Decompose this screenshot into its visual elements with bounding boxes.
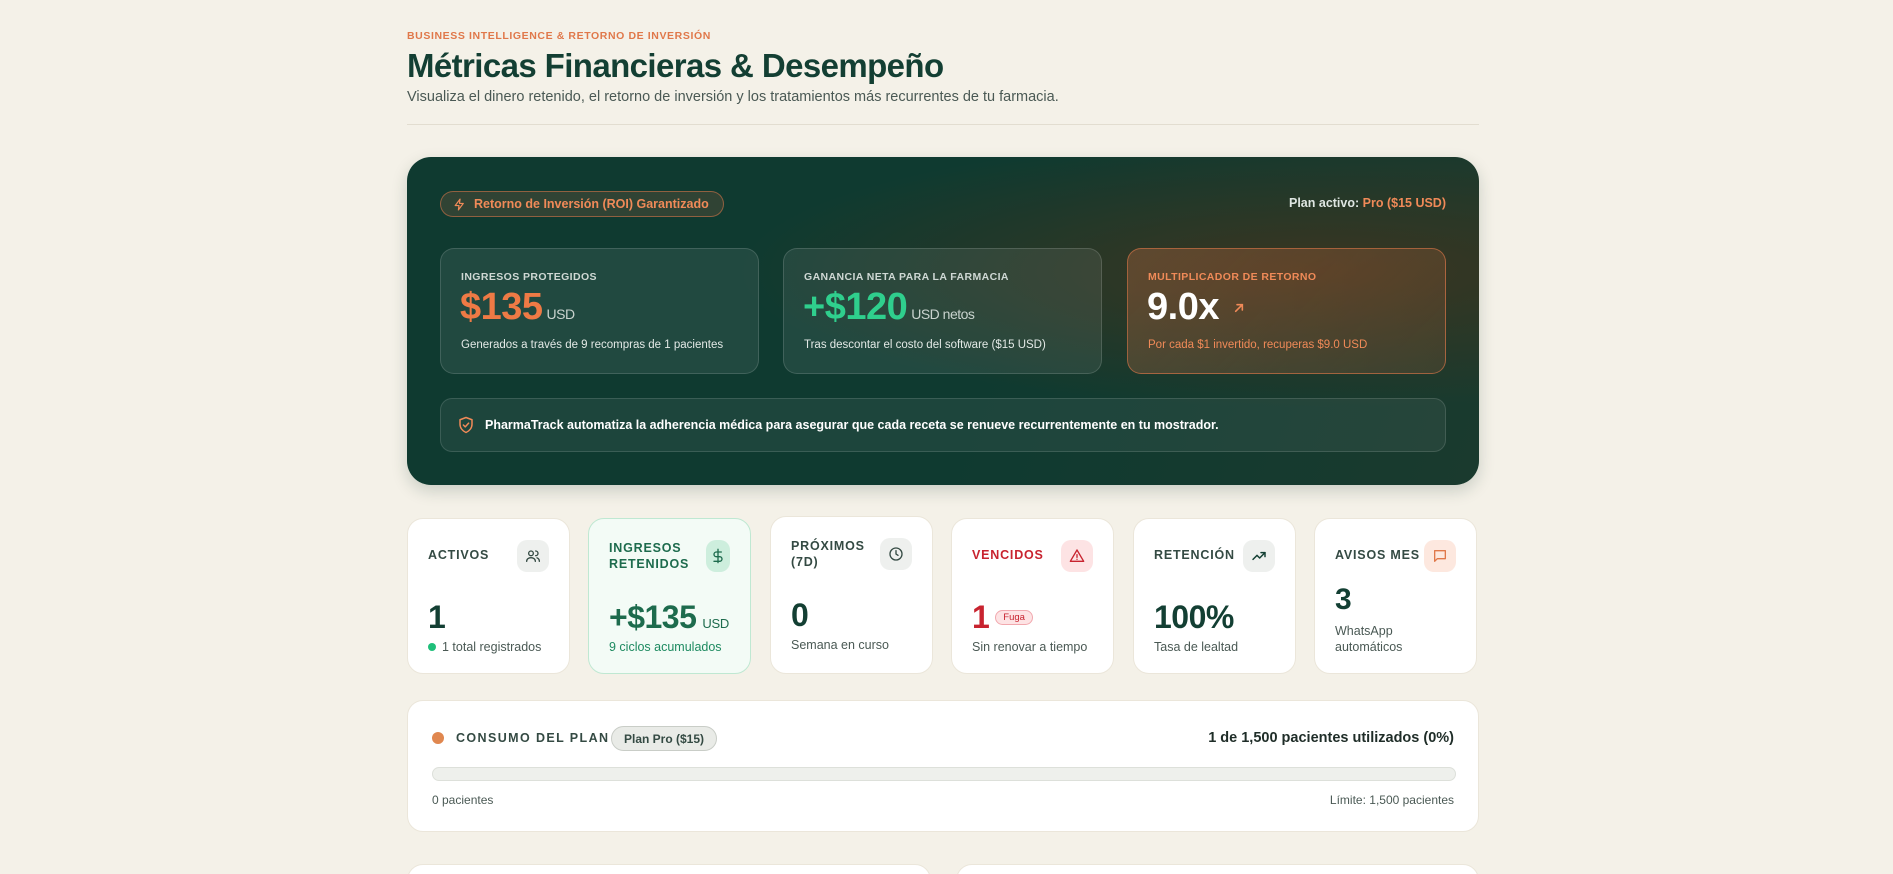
active-plan-name: Pro ($15 USD) bbox=[1362, 196, 1446, 210]
notice-text: PharmaTrack automatiza la adherencia méd… bbox=[485, 418, 1219, 432]
stat-label: INGRESOS RETENIDOS bbox=[609, 541, 690, 571]
alert-triangle-icon bbox=[1061, 540, 1093, 572]
stat-label: AVISOS MES bbox=[1335, 548, 1420, 562]
stat-card-overdue: VENCIDOS 1 Fuga Sin renovar a tiempo bbox=[951, 518, 1114, 674]
stat-subtext: WhatsApp automáticos bbox=[1335, 624, 1403, 654]
stat-label: PRÓXIMOS (7D) bbox=[791, 539, 865, 569]
leak-badge: Fuga bbox=[995, 610, 1033, 625]
shield-check-icon bbox=[457, 416, 475, 434]
metric-return-multiplier: MULTIPLICADOR DE RETORNO 9.0x Por cada $… bbox=[1127, 248, 1446, 374]
stat-label: RETENCIÓN bbox=[1154, 548, 1235, 562]
usage-max-label: Límite: 1,500 pacientes bbox=[1329, 793, 1454, 807]
metric-number: +$120 bbox=[803, 286, 908, 328]
stat-subtext: 1 total registrados bbox=[428, 640, 541, 654]
stat-subtext-label: 1 total registrados bbox=[442, 640, 542, 654]
metric-label: MULTIPLICADOR DE RETORNO bbox=[1148, 271, 1317, 283]
stat-card-messages: AVISOS MES 3 WhatsApp automáticos bbox=[1314, 518, 1477, 674]
stat-card-active: ACTIVOS 1 1 total registrados bbox=[407, 518, 570, 674]
metric-protected-income: INGRESOS PROTEGIDOS $135 USD Generados a… bbox=[440, 248, 759, 374]
roi-badge: Retorno de Inversión (ROI) Garantizado bbox=[440, 191, 724, 217]
stat-value: 3 bbox=[1335, 583, 1352, 616]
plan-usage-card: CONSUMO DEL PLAN Plan Pro ($15) 1 de 1,5… bbox=[407, 700, 1479, 832]
stat-number: 1 bbox=[972, 599, 990, 635]
stat-subtext: Semana en curso bbox=[791, 638, 889, 652]
stat-subtext: Tasa de lealtad bbox=[1154, 640, 1239, 654]
metric-value: $135 USD bbox=[460, 286, 575, 329]
message-icon bbox=[1424, 540, 1456, 572]
metric-value: 9.0x bbox=[1147, 286, 1247, 329]
arrow-up-right-icon bbox=[1231, 300, 1247, 316]
clock-icon bbox=[880, 538, 912, 570]
usage-min-label: 0 pacientes bbox=[432, 793, 494, 807]
stat-value: 100% bbox=[1154, 599, 1234, 635]
page-eyebrow: BUSINESS INTELLIGENCE & RETORNO DE INVER… bbox=[407, 30, 711, 42]
dollar-icon bbox=[706, 540, 730, 572]
metric-description: Tras descontar el costo del software ($1… bbox=[804, 339, 1046, 351]
metric-number: $135 bbox=[460, 286, 543, 328]
stat-value: 1 bbox=[428, 599, 446, 635]
roi-hero-card: Retorno de Inversión (ROI) Garantizado P… bbox=[407, 157, 1479, 485]
page-title: Métricas Financieras & Desempeño bbox=[407, 47, 944, 84]
stat-subtext: Sin renovar a tiempo bbox=[972, 640, 1088, 654]
header-divider bbox=[407, 124, 1479, 125]
usage-count: 1 de 1,500 pacientes utilizados (0%) bbox=[1208, 730, 1454, 746]
metric-description: Generados a través de 9 recompras de 1 p… bbox=[461, 339, 724, 351]
stat-subtext: 9 ciclos acumulados bbox=[609, 640, 722, 654]
stat-label: ACTIVOS bbox=[428, 548, 490, 562]
trending-up-icon bbox=[1243, 540, 1275, 572]
usage-dot bbox=[432, 732, 444, 744]
active-plan-prefix: Plan activo: bbox=[1289, 196, 1363, 210]
metric-description: Por cada $1 invertido, recuperas $9.0 US… bbox=[1148, 339, 1368, 351]
metric-unit: USD bbox=[546, 306, 576, 322]
bottom-card-right bbox=[956, 864, 1479, 874]
stat-card-upcoming: PRÓXIMOS (7D) 0 Semana en curso bbox=[770, 516, 933, 674]
plan-pill: Plan Pro ($15) bbox=[611, 726, 718, 751]
lightning-icon bbox=[453, 197, 466, 211]
bottom-card-left bbox=[407, 864, 931, 874]
users-icon bbox=[517, 540, 549, 572]
roi-badge-label: Retorno de Inversión (ROI) Garantizado bbox=[474, 197, 709, 211]
active-plan: Plan activo: Pro ($15 USD) bbox=[1289, 196, 1446, 210]
metric-label: GANANCIA NETA PARA LA FARMACIA bbox=[804, 271, 1009, 283]
metric-label: INGRESOS PROTEGIDOS bbox=[461, 271, 597, 283]
stat-card-retention: RETENCIÓN 100% Tasa de lealtad bbox=[1133, 518, 1296, 674]
stat-number: +$135 bbox=[609, 599, 697, 635]
stat-value: +$135 USD bbox=[609, 599, 729, 636]
metric-value: +$120 USD netos bbox=[803, 286, 975, 329]
stat-value: 1 Fuga bbox=[972, 599, 1033, 636]
metric-unit: USD netos bbox=[911, 306, 975, 322]
metric-net-profit: GANANCIA NETA PARA LA FARMACIA +$120 USD… bbox=[783, 248, 1102, 374]
stat-value: 0 bbox=[791, 597, 809, 633]
usage-label: CONSUMO DEL PLAN bbox=[456, 731, 610, 745]
stat-unit: USD bbox=[702, 616, 729, 631]
metric-number: 9.0x bbox=[1147, 286, 1219, 328]
stat-card-retained-income: INGRESOS RETENIDOS +$135 USD 9 ciclos ac… bbox=[588, 518, 751, 674]
adherence-notice: PharmaTrack automatiza la adherencia méd… bbox=[440, 398, 1446, 452]
usage-progress-bar bbox=[432, 767, 1456, 781]
status-dot bbox=[428, 643, 436, 651]
stat-label: VENCIDOS bbox=[972, 548, 1044, 562]
page-subtitle: Visualiza el dinero retenido, el retorno… bbox=[407, 89, 1059, 105]
